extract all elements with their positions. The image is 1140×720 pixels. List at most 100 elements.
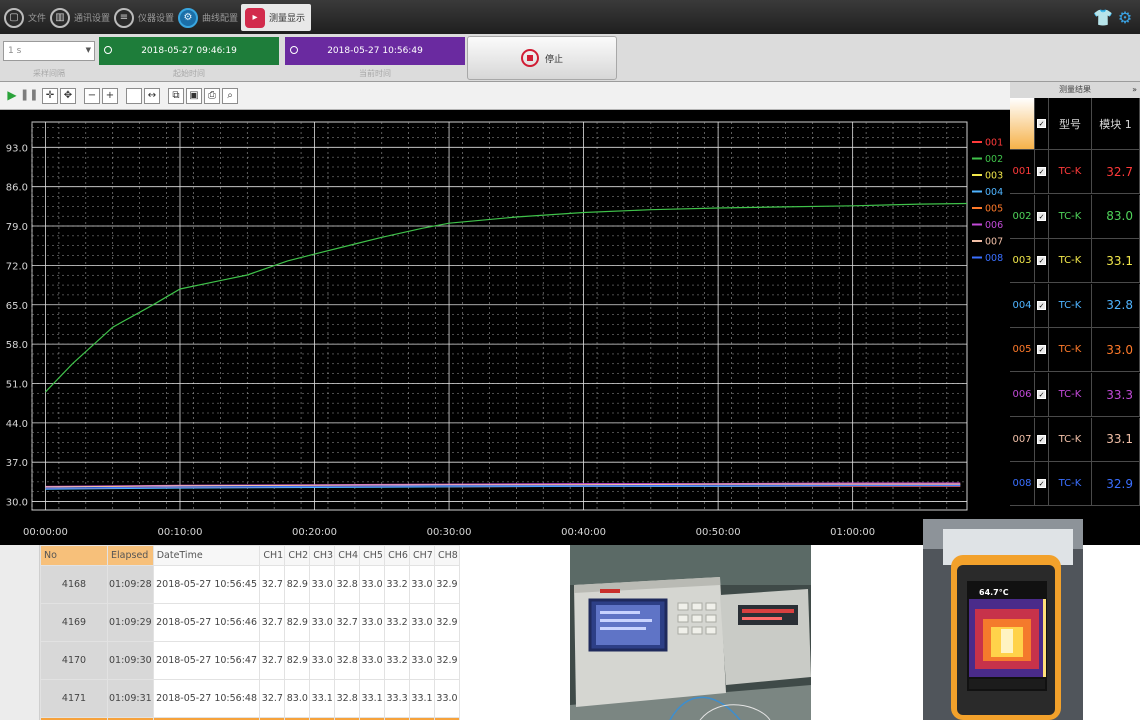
table-header-ch8[interactable]: CH8 xyxy=(433,545,461,566)
panel-row-check[interactable]: ✓ xyxy=(1035,417,1049,462)
data-table: No Elapsed DateTime CH1 CH2 CH3 CH4 CH5 CH6 CH7 CH… xyxy=(40,545,461,720)
table-header-ch3[interactable]: CH3 xyxy=(309,545,336,566)
panel-value: 32.9 xyxy=(1092,462,1140,507)
stop-button[interactable]: 停止 xyxy=(467,36,617,80)
current-time-caption: 当前时间 xyxy=(359,69,391,78)
save-icon[interactable]: ▣ xyxy=(186,88,202,104)
play-icon[interactable]: ▶ xyxy=(4,88,20,104)
pan-icon[interactable]: ✥ xyxy=(60,88,76,104)
instrument-photo-drawing xyxy=(570,545,811,720)
y-tick-label: 58.0 xyxy=(6,340,28,351)
panel-row-check[interactable]: ✓ xyxy=(1035,239,1049,284)
table-cell-ch2: 82.9 xyxy=(284,565,311,604)
print-icon[interactable]: ⎙ xyxy=(204,88,220,104)
start-time-box: 2018-05-27 09:46:19 xyxy=(99,37,279,65)
y-tick-label: 30.0 xyxy=(6,498,28,509)
chevron-down-icon: ▼ xyxy=(85,46,91,54)
table-header-ch5[interactable]: CH5 xyxy=(359,545,386,566)
nav-comm-settings[interactable]: ▥ 通讯设置 xyxy=(50,4,110,31)
print-preview-icon[interactable]: ⌕ xyxy=(222,88,238,104)
shirt-icon[interactable]: 👕 xyxy=(1092,6,1114,28)
table-cell-ch5: 33.0 xyxy=(359,565,386,604)
panel-channel: 006 xyxy=(1010,373,1035,417)
table-row[interactable]: 4170 01:09:30 2018-05-27 10:56:47 32.7 82.9 3… xyxy=(40,641,461,680)
fit-horizontal-icon[interactable]: ↔ xyxy=(144,88,160,104)
nav-instrument-settings-label: 仪器设置 xyxy=(138,14,175,24)
panel-type: TC-K xyxy=(1049,194,1092,239)
panel-channel: 007 xyxy=(1010,417,1035,462)
table-cell-ch3: 33.1 xyxy=(309,679,336,718)
pin-icon[interactable]: » xyxy=(1132,82,1137,98)
table-cell-ch4: 32.7 xyxy=(334,603,361,642)
stop-icon xyxy=(520,49,539,67)
table-cell-ch7: 33.0 xyxy=(409,565,435,604)
legend-label-005: 005 xyxy=(985,204,1003,215)
table-header-ch2[interactable]: CH2 xyxy=(284,545,311,566)
table-row[interactable]: 4168 01:09:28 2018-05-27 10:56:45 32.7 82.9 3… xyxy=(40,565,461,604)
table-cell-ch7: 33.1 xyxy=(409,679,435,718)
curve-config-icon: ⚙ xyxy=(178,7,198,28)
current-time-box: 2018-05-27 10:56:49 xyxy=(285,37,465,65)
table-row[interactable]: 4169 01:09:29 2018-05-27 10:56:46 32.7 82.9 3… xyxy=(40,603,461,642)
table-cell-ch6: 33.3 xyxy=(384,679,411,718)
temperature-chart[interactable]: 30.0 37.0 44.0 51.0 58.0 65.0 72.0 79.0 86.0 93.0… xyxy=(0,110,1010,545)
header-check[interactable]: ✓ xyxy=(1035,98,1049,150)
panel-row-005: 005 ✓ TC-K 33.0 xyxy=(1010,328,1140,373)
table-header-ch7[interactable]: CH7 xyxy=(409,545,435,566)
nav-measure-display[interactable]: ▸ 测量显示 xyxy=(241,4,312,31)
legend-label-008: 008 xyxy=(985,253,1003,264)
x-tick-label: 00:40:00 xyxy=(561,527,606,538)
table-header-elapsed[interactable]: Elapsed xyxy=(107,545,154,566)
panel-value: 32.8 xyxy=(1092,283,1140,328)
panel-row-check[interactable]: ✓ xyxy=(1035,283,1049,328)
table-row[interactable]: 4171 01:09:31 2018-05-27 10:56:48 32.7 83.0 3… xyxy=(40,679,461,718)
panel-row-006: 006 ✓ TC-K 33.3 xyxy=(1010,373,1140,417)
x-tick-label: 01:00:00 xyxy=(830,527,875,538)
header-corner xyxy=(1010,98,1035,150)
nav-file[interactable]: ▢ 文件 xyxy=(4,4,46,31)
nav-comm-settings-label: 通讯设置 xyxy=(74,14,111,24)
nav-measure-display-label: 测量显示 xyxy=(269,14,306,24)
panel-value: 33.0 xyxy=(1092,328,1140,373)
interval-select[interactable]: 1 s ▼ xyxy=(3,41,95,61)
table-row-header-strip xyxy=(0,545,40,720)
panel-type: TC-K xyxy=(1049,373,1092,417)
start-time-value: 2018-05-27 09:46:19 xyxy=(141,46,237,56)
zoom-out-icon[interactable]: − xyxy=(84,88,100,104)
table-cell-no: 4171 xyxy=(40,679,108,718)
nav-curve-config[interactable]: ⚙ 曲线配置 xyxy=(178,4,238,31)
panel-row-check[interactable]: ✓ xyxy=(1035,328,1049,373)
table-header-datetime[interactable]: DateTime xyxy=(152,545,261,566)
blank-box-icon[interactable] xyxy=(126,88,142,104)
crosshair-icon[interactable]: ✛ xyxy=(42,88,58,104)
nav-instrument-settings[interactable]: ≡ 仪器设置 xyxy=(114,4,174,31)
panel-row-check[interactable]: ✓ xyxy=(1035,194,1049,239)
panel-type: TC-K xyxy=(1049,328,1092,373)
panel-row-check[interactable]: ✓ xyxy=(1035,462,1049,507)
panel-row-check[interactable]: ✓ xyxy=(1035,150,1049,194)
table-header-ch1[interactable]: CH1 xyxy=(259,545,286,566)
panel-channel: 008 xyxy=(1010,462,1035,507)
chart-toolbar: ▶ ❚❚ ✛ ✥ − + ↔ ⧉ ▣ ⎙ ⌕ xyxy=(0,82,1010,110)
gear-icon[interactable]: ⚙ xyxy=(1114,6,1136,28)
table-cell-ch7: 33.0 xyxy=(409,641,435,680)
table-header-no[interactable]: No xyxy=(40,545,108,566)
table-cell-ch6: 33.2 xyxy=(384,641,411,680)
zoom-in-icon[interactable]: + xyxy=(102,88,118,104)
panel-row-003: 003 ✓ TC-K 33.1 xyxy=(1010,239,1140,284)
table-cell-ch8: 32.9 xyxy=(433,603,461,642)
copy-icon[interactable]: ⧉ xyxy=(168,88,184,104)
table-cell-ch8: 32.9 xyxy=(433,565,461,604)
legend-label-001: 001 xyxy=(985,138,1003,149)
table-cell-ch3: 33.0 xyxy=(309,603,336,642)
panel-row-001: 001 ✓ TC-K 32.7 xyxy=(1010,150,1140,194)
x-tick-label: 00:10:00 xyxy=(158,527,203,538)
table-header-ch6[interactable]: CH6 xyxy=(384,545,411,566)
table-cell-no: 4170 xyxy=(40,641,108,680)
panel-row-check[interactable]: ✓ xyxy=(1035,373,1049,417)
table-header-ch4[interactable]: CH4 xyxy=(334,545,361,566)
interval-value: 1 s xyxy=(8,46,22,56)
header-module: 模块 1 xyxy=(1092,98,1140,150)
pause-icon[interactable]: ❚❚ xyxy=(20,88,38,104)
nav-file-label: 文件 xyxy=(28,14,47,24)
